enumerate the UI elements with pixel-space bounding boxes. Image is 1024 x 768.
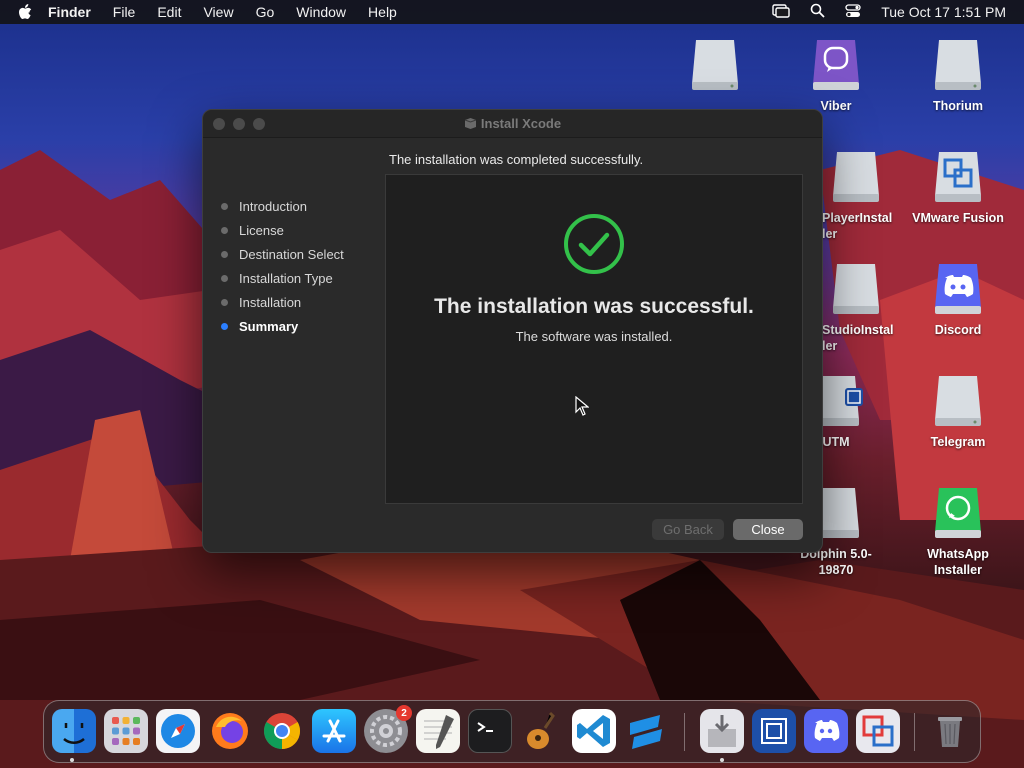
menu-clock[interactable]: Tue Oct 17 1:51 PM bbox=[881, 4, 1006, 20]
step-installation-type: Installation Type bbox=[221, 266, 344, 290]
dock-finder-icon[interactable] bbox=[52, 709, 96, 753]
desktop-icon-label: Telegram bbox=[930, 435, 986, 449]
notification-badge: 2 bbox=[396, 705, 412, 721]
step-list: Introduction License Destination Select … bbox=[221, 194, 344, 338]
desktop-icon-label: Thorium bbox=[933, 99, 983, 113]
step-dot-active bbox=[221, 322, 228, 330]
go-back-button[interactable]: Go Back bbox=[652, 519, 724, 540]
success-subtitle: The software was installed. bbox=[515, 329, 673, 344]
viber-icon bbox=[807, 36, 865, 94]
dock-running-indicator bbox=[70, 758, 74, 762]
desktop-icon-telegram[interactable]: Telegram bbox=[908, 372, 1008, 450]
dock-garageband-icon[interactable] bbox=[520, 709, 564, 753]
desktop-icon-label: PlayerInstal ler bbox=[822, 211, 893, 241]
drive-icon bbox=[827, 148, 885, 206]
desktop-icon-label: WhatsApp Installer bbox=[927, 547, 989, 577]
dock-discord-icon[interactable] bbox=[804, 709, 848, 753]
dock-vmware-fusion-icon[interactable] bbox=[856, 709, 900, 753]
dock-installer-icon[interactable] bbox=[700, 709, 744, 753]
drive-icon bbox=[686, 36, 744, 94]
step-label: Summary bbox=[239, 318, 299, 334]
dock-vscode-icon[interactable] bbox=[572, 709, 616, 753]
header-message: The installation was completed successfu… bbox=[389, 152, 644, 167]
screen-mirroring-icon[interactable] bbox=[772, 3, 790, 21]
drive-icon bbox=[827, 260, 885, 318]
dock-system-settings-icon[interactable]: 2 bbox=[364, 705, 412, 753]
desktop-icon-discord[interactable]: Discord bbox=[908, 260, 1008, 338]
desktop-icon-label: Discord bbox=[934, 323, 982, 337]
step-label: License bbox=[239, 222, 284, 238]
desktop-icon-drive-partial[interactable] bbox=[665, 36, 765, 98]
dock-chrome-icon[interactable] bbox=[260, 709, 304, 753]
window-titlebar[interactable]: Install Xcode bbox=[203, 110, 822, 138]
menu-bar: Finder File Edit View Go Window Help Tue… bbox=[0, 0, 1024, 24]
menu-window[interactable]: Window bbox=[296, 4, 346, 20]
step-label: Introduction bbox=[239, 198, 307, 214]
window-title-text: Install Xcode bbox=[480, 116, 562, 131]
step-dot bbox=[221, 250, 228, 258]
desktop-icon-vmware-fusion[interactable]: VMware Fusion bbox=[908, 148, 1008, 226]
menu-help[interactable]: Help bbox=[368, 4, 397, 20]
step-dot bbox=[221, 226, 228, 234]
dock: 2 bbox=[43, 700, 981, 763]
step-label: Installation bbox=[239, 294, 302, 310]
step-dot bbox=[221, 202, 228, 210]
desktop-icon-label: StudioInstal ler bbox=[822, 323, 894, 353]
summary-panel: The installation was successful. The sof… bbox=[385, 174, 803, 504]
window-title: Install Xcode bbox=[203, 116, 822, 133]
dock-safari-icon[interactable] bbox=[156, 709, 200, 753]
menu-view[interactable]: View bbox=[203, 4, 233, 20]
step-destination-select: Destination Select bbox=[221, 242, 344, 266]
installer-window: Install Xcode The installation was compl… bbox=[202, 109, 823, 553]
menu-edit[interactable]: Edit bbox=[157, 4, 181, 20]
menu-app-name[interactable]: Finder bbox=[48, 4, 91, 20]
dock-running-indicator bbox=[720, 758, 724, 762]
discord-icon bbox=[929, 260, 987, 318]
spotlight-search-icon[interactable] bbox=[810, 3, 825, 21]
desktop-icon-label: VMware Fusion bbox=[912, 211, 1004, 225]
step-label: Destination Select bbox=[239, 246, 344, 262]
mouse-cursor-icon bbox=[575, 395, 590, 416]
step-label: Installation Type bbox=[239, 270, 333, 286]
desktop-icon-viber[interactable]: Viber bbox=[786, 36, 886, 114]
close-button[interactable]: Close bbox=[733, 519, 803, 540]
step-license: License bbox=[221, 218, 344, 242]
vmware-fusion-icon bbox=[929, 148, 987, 206]
dock-textedit-icon[interactable] bbox=[416, 709, 460, 753]
dock-mixed-in-key-icon[interactable] bbox=[624, 709, 668, 753]
apple-menu-icon[interactable] bbox=[18, 4, 34, 20]
drive-icon bbox=[929, 372, 987, 430]
dock-firefox-icon[interactable] bbox=[208, 709, 252, 753]
desktop-icon-whatsapp[interactable]: WhatsApp Installer bbox=[908, 484, 1008, 578]
step-dot bbox=[221, 274, 228, 282]
dock-separator bbox=[914, 713, 915, 751]
installer-package-icon bbox=[464, 117, 477, 133]
dock-terminal-icon[interactable] bbox=[468, 709, 512, 753]
step-introduction: Introduction bbox=[221, 194, 344, 218]
control-center-icon[interactable] bbox=[845, 3, 861, 21]
whatsapp-icon bbox=[929, 484, 987, 542]
success-checkmark-icon bbox=[563, 213, 625, 275]
drive-icon bbox=[929, 36, 987, 94]
step-summary: Summary bbox=[221, 314, 344, 338]
dock-app-store-icon[interactable] bbox=[312, 709, 356, 753]
step-dot bbox=[221, 298, 228, 306]
step-installation: Installation bbox=[221, 290, 344, 314]
menu-file[interactable]: File bbox=[113, 4, 136, 20]
dock-launchpad-icon[interactable] bbox=[104, 709, 148, 753]
dock-utm-icon[interactable] bbox=[752, 709, 796, 753]
desktop-icon-thorium[interactable]: Thorium bbox=[908, 36, 1008, 114]
dock-separator bbox=[684, 713, 685, 751]
menu-go[interactable]: Go bbox=[256, 4, 275, 20]
success-title: The installation was successful. bbox=[434, 295, 754, 318]
dock-trash-icon[interactable] bbox=[928, 709, 972, 753]
